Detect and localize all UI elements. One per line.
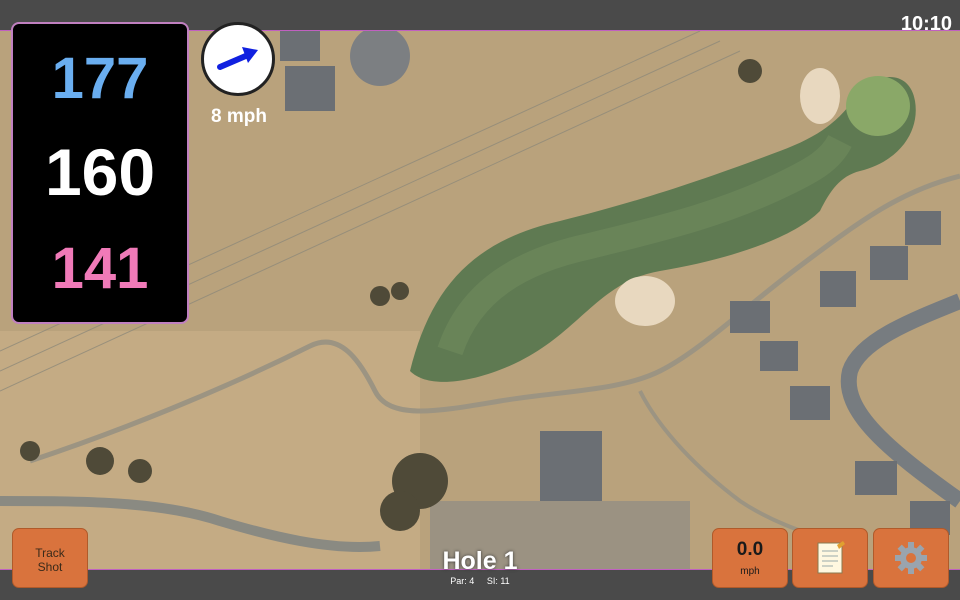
hole-title: Hole 1: [442, 547, 518, 575]
wind-speed-label: 8 mph: [211, 106, 267, 127]
speed-value: 0.0: [736, 539, 764, 560]
front-distance: 141: [51, 236, 149, 301]
hole-par: Par: 4: [450, 576, 475, 586]
distance-panel: 177 160 141: [11, 22, 189, 324]
track-shot-label-line2: Shot: [37, 560, 63, 574]
gear-icon: [895, 542, 927, 574]
track-shot-label-line1: Track: [35, 546, 65, 560]
notepad-icon: [817, 541, 845, 574]
hole-stroke-index: SI: 11: [486, 576, 510, 586]
hole-info: Par: 4 SI: 11: [380, 576, 580, 586]
track-shot-button[interactable]: Track Shot: [12, 528, 88, 588]
wind-indicator: [201, 22, 275, 96]
back-distance: 177: [51, 46, 149, 111]
speed-unit: mph: [740, 566, 760, 577]
notes-button[interactable]: [792, 528, 868, 588]
settings-button[interactable]: [873, 528, 949, 588]
wind-direction-arrow-icon: [217, 47, 258, 70]
middle-distance: 160: [44, 135, 156, 209]
speed-button[interactable]: 0.0 mph: [712, 528, 788, 588]
